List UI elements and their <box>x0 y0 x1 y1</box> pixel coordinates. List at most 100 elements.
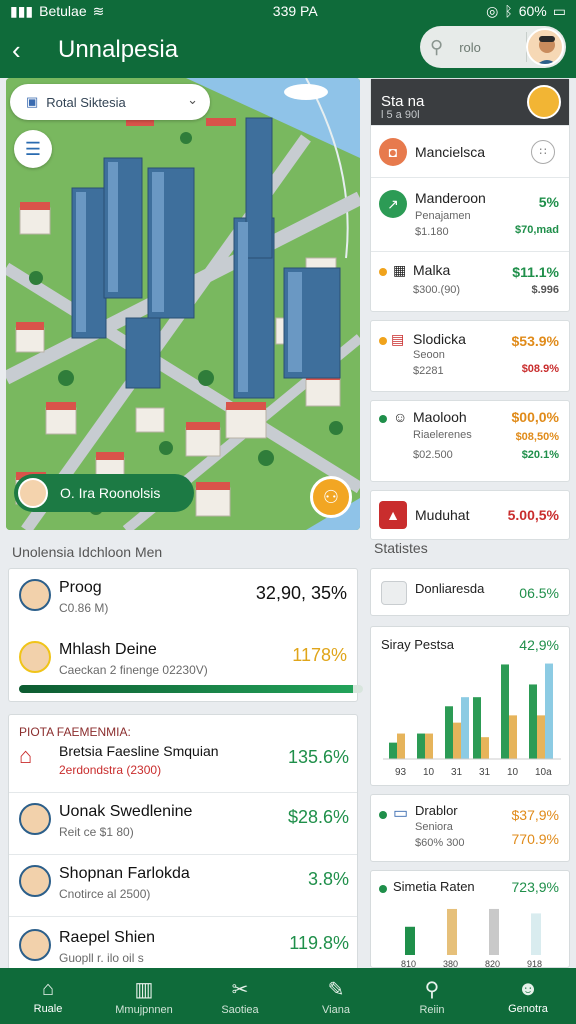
list-item[interactable]: ↗ Manderoon Penajamen $1.180 5% $70,mad <box>371 177 569 251</box>
chart-bar <box>389 742 397 759</box>
nav-item-profile[interactable]: ☻ Genotra <box>480 968 576 1024</box>
x-tick-label: 10 <box>507 767 519 778</box>
chart-bar <box>417 733 425 759</box>
chart-bar <box>461 697 469 759</box>
list-item[interactable]: Mhlash Deine Caeckan 2 finenge 02230V) 1… <box>9 631 357 693</box>
battery-icon: ▭ <box>552 2 566 19</box>
list-item[interactable]: ◘ Mancielsca ∷ <box>371 125 569 177</box>
summary-subtitle: l 5 a 90l <box>381 109 420 121</box>
alarm-icon: ◎ <box>486 2 499 19</box>
avatar <box>19 865 51 897</box>
region-flag-icon: ▣ <box>26 94 39 109</box>
tools-icon: ✂ <box>231 978 249 1001</box>
home-icon: ⌂ <box>41 977 55 1000</box>
pen-icon: ✎ <box>327 978 345 1001</box>
section-title-stats: Statistes <box>374 540 428 556</box>
list-item[interactable]: Uonak Swedlenine Reit ce $1 80) $28.6% <box>9 793 357 855</box>
avatar <box>18 478 48 508</box>
list-item[interactable]: ☺ Maolooh Riaelerenes $02.500 $00,0% $08… <box>371 401 569 481</box>
status-dot <box>379 415 387 423</box>
bottom-nav: ⌂ Ruale ▥ Mmujpnnen ✂ Saotiea ✎ Viana ⚲ Reiin… <box>0 968 576 1024</box>
status-dot <box>379 885 387 893</box>
clock: 339 PA <box>272 3 318 19</box>
search-icon: ⚲ <box>424 978 440 1001</box>
list-item[interactable]: Shopnan Farlokda Cnotirce al 2500) 3.8% <box>9 855 357 917</box>
chart-bar <box>445 706 453 759</box>
alerts-card: ▤ Slodicka Seoon $2281 $53.9% $08.9% <box>370 320 570 392</box>
right-panel: Sta na l 5 a 90l ◘ Mancielsca ∷ ↗ Mander… <box>370 78 570 548</box>
chart-bar <box>425 733 433 759</box>
progress-bar <box>19 685 363 693</box>
list-view-icon[interactable]: ☰ <box>14 130 52 168</box>
search-input[interactable]: rolo <box>459 40 481 55</box>
person-icon: ☺ <box>393 409 408 425</box>
list-item[interactable]: ⌂ Bretsia Faesline Smquian 2erdondstra (… <box>9 733 357 793</box>
nav-item-search[interactable]: ⚲ Reiin <box>384 968 480 1024</box>
warning-icon: ▲ <box>379 501 407 529</box>
battery-percent: 60% <box>518 3 547 19</box>
book-icon: ▥ <box>134 978 154 1001</box>
mini-x-tick-label: 820 <box>485 959 500 968</box>
chart-bar <box>473 697 481 759</box>
users-summary-card: Proog C0.86 M) 32,90, 35% Mhlash Deine C… <box>8 568 363 702</box>
progress-fill <box>19 685 353 693</box>
monitor-icon: ▭ <box>393 805 409 822</box>
page-title: Unnalpesia <box>58 36 179 63</box>
x-tick-label: 31 <box>479 767 491 778</box>
back-arrow-icon[interactable]: ‹ <box>12 35 36 66</box>
user-location-icon[interactable]: ⚇ <box>310 476 352 518</box>
list-item[interactable]: ▤ Slodicka Seoon $2281 $53.9% $08.9% <box>371 321 569 391</box>
status-dot <box>379 268 387 276</box>
chart-bar <box>529 684 537 759</box>
chart-bar <box>481 737 489 759</box>
nav-item-edit[interactable]: ✎ Viana <box>288 968 384 1024</box>
nav-item-tools[interactable]: ✂ Saotiea <box>192 968 288 1024</box>
map-user-chip-label: O. Ira Roonolsis <box>60 485 161 501</box>
chart-bar <box>537 715 545 759</box>
summary-card: Sta na l 5 a 90l ◘ Mancielsca ∷ ↗ Mander… <box>370 78 570 312</box>
bag-icon: ◘ <box>379 138 407 166</box>
mini-x-tick-label: 380 <box>443 959 458 968</box>
avatar <box>19 579 51 611</box>
x-tick-label: 93 <box>395 767 407 778</box>
x-tick-label: 31 <box>451 767 463 778</box>
nav-item-book[interactable]: ▥ Mmujpnnen <box>96 968 192 1024</box>
avatar <box>19 803 51 835</box>
list-item[interactable]: Raepel Shien Guopll r. ilo oil s 119.8% <box>9 919 357 969</box>
avatar[interactable] <box>527 85 561 119</box>
signal-icon: ▮▮▮ <box>10 2 34 19</box>
simetia-card: Simetia Raten 723,9% 810 380 820 918 <box>370 870 570 968</box>
warning-card: ▲ Muduhat 5.00,5% <box>370 490 570 540</box>
chart-icon: ↗ <box>379 190 407 218</box>
document-icon: ▤ <box>391 331 405 347</box>
mini-chart-bar <box>405 926 415 955</box>
x-tick-label: 10a <box>535 767 552 778</box>
nav-item-home[interactable]: ⌂ Ruale <box>0 968 96 1024</box>
calendar-icon: ▦ <box>393 262 407 278</box>
bar-chart-card: Siray Pestsa 42,9% 93 10 31 31 10 10a <box>370 626 570 786</box>
drablor-card[interactable]: ▭ Drablor Seniora $60% 300 $37,9% 770.9% <box>370 794 570 862</box>
chart-bar <box>501 664 509 759</box>
avatar <box>19 641 51 673</box>
wifi-icon: ≋ <box>92 2 105 19</box>
region-dropdown[interactable]: ▣ Rotal Siktesia ⌄ <box>10 84 210 120</box>
stats-summary-card[interactable]: Donliaresda 06.5% <box>370 568 570 616</box>
mini-chart-bar <box>489 908 499 955</box>
carrier-label: Betulae <box>39 3 87 19</box>
x-tick-label: 10 <box>423 767 435 778</box>
map-user-chip[interactable]: O. Ira Roonolsis <box>14 474 194 512</box>
users-card: ☺ Maolooh Riaelerenes $02.500 $00,0% $08… <box>370 400 570 482</box>
summary-title: Sta na <box>381 93 425 110</box>
list-item[interactable]: ▦ Malka $300.(90) $11.1% $.996 <box>371 251 569 311</box>
list-item[interactable]: ▲ Muduhat 5.00,5% <box>371 491 569 539</box>
chart-bar <box>397 733 405 759</box>
mini-x-tick-label: 810 <box>401 959 416 968</box>
city-map[interactable]: ▣ Rotal Siktesia ⌄ ☰ O. Ira Roonolsis ⚇ <box>6 78 360 530</box>
more-icon[interactable]: ∷ <box>531 140 555 164</box>
search-bar[interactable]: ⚲ rolo <box>420 26 566 68</box>
status-dot <box>379 337 387 345</box>
profile-avatar[interactable] <box>526 28 564 66</box>
chart-title: Siray Pestsa <box>381 637 454 652</box>
list-item[interactable]: Proog C0.86 M) 32,90, 35% <box>9 569 357 631</box>
profile-icon: ☻ <box>517 977 539 1000</box>
